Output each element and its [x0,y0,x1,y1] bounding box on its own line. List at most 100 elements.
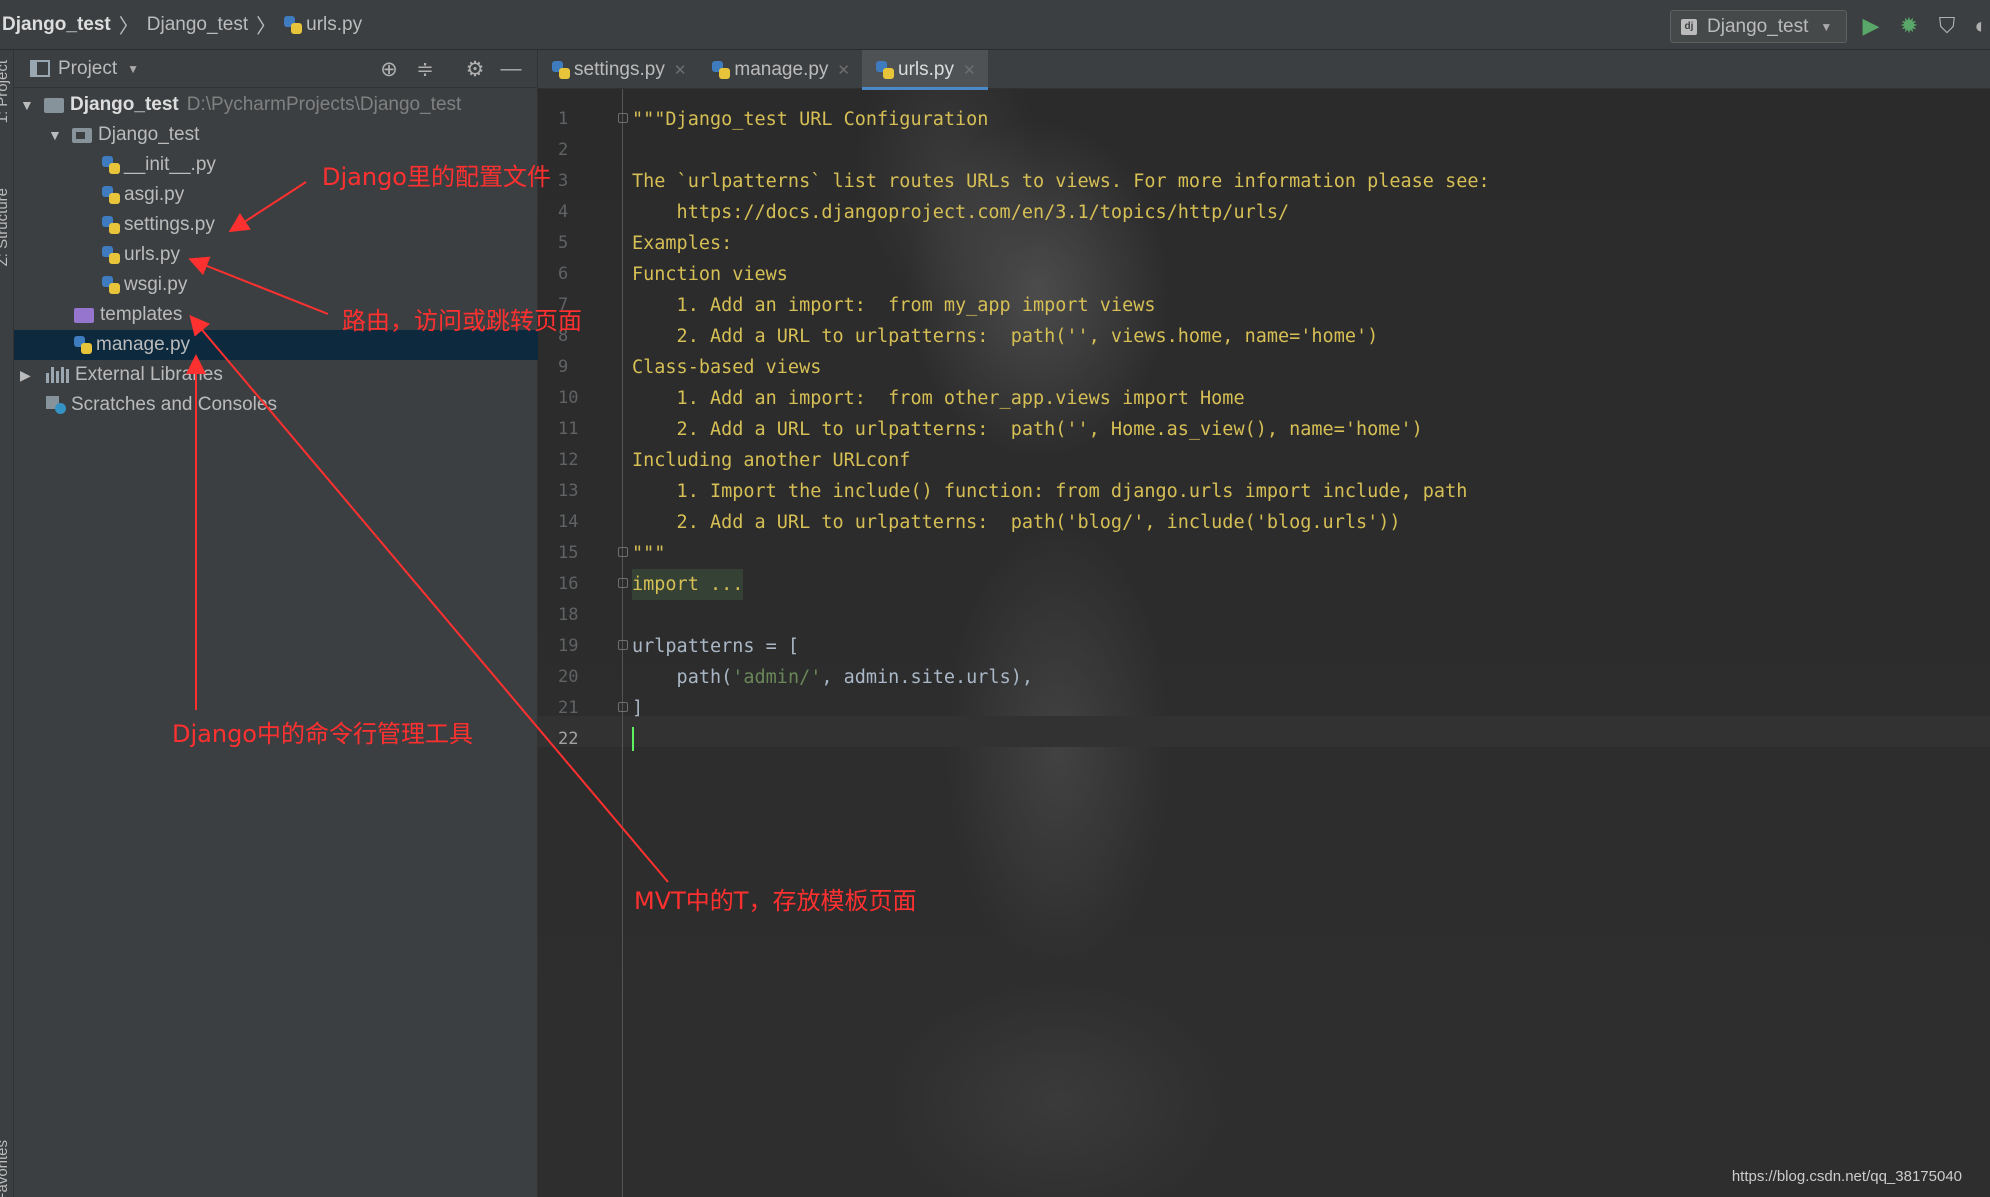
scratches-icon [46,396,66,414]
fold-marker-icon[interactable] [618,547,628,557]
project-tool-window: Project ▼ ⊕ ≑ ⚙ — ▼ Django_test D:\Pycha… [14,50,538,1197]
gear-icon[interactable]: ⚙ [462,56,488,82]
play-icon[interactable]: ▶ [1858,12,1884,40]
tree-item-label: urls.py [124,244,180,265]
tab-manage-py[interactable]: manage.py ✕ [698,50,862,89]
code-editor[interactable]: settings.py ✕ manage.py ✕ urls.py ✕ 1 2 … [538,50,1990,1197]
code-line: Examples: [632,233,733,254]
navigation-bar: Django_test 〉 Django_test 〉 urls.py dj D… [0,0,1990,50]
python-file-icon [876,60,894,79]
tree-item-label: manage.py [96,334,191,355]
python-file-icon [102,186,120,204]
template-folder-icon [74,307,94,323]
close-icon[interactable]: ✕ [837,61,850,79]
tree-item-urls-file[interactable]: urls.py [14,240,538,270]
tab-urls-py[interactable]: urls.py ✕ [862,50,988,90]
line-number: 11 [558,419,579,439]
tree-item-label: settings.py [124,214,215,235]
fold-marker-icon[interactable] [618,113,628,123]
folded-imports[interactable]: import ... [632,569,744,600]
breadcrumb-project[interactable]: Django_test [2,14,111,36]
tree-item-scratches[interactable]: Scratches and Consoles [14,390,538,420]
line-number: 6 [558,264,569,284]
code-line: 1. Add an import: from my_app import vie… [632,295,1156,316]
line-number: 9 [558,357,569,377]
chevron-down-icon[interactable]: ▼ [127,62,139,76]
tree-item-settings-file[interactable]: settings.py [14,210,538,240]
tree-item-external-libraries[interactable]: ▶ External Libraries [14,360,538,390]
left-tool-window-strip: 1: Project Z: Structure Favorites [0,50,14,1197]
breadcrumb-module[interactable]: Django_test [147,14,248,36]
tree-item-label: Django_test [98,124,200,145]
code-line: 1. Add an import: from other_app.views i… [632,388,1245,409]
code-token: , admin.site.urls), [821,667,1033,688]
fold-marker-icon[interactable] [618,640,628,650]
code-line: Including another URLconf [632,450,911,471]
code-line: 2. Add a URL to urlpatterns: path('', vi… [632,326,1379,347]
code-line: Function views [632,264,788,285]
line-number: 5 [558,233,569,253]
code-line: """ [632,543,666,564]
line-number: 16 [558,574,579,594]
tree-item-root-project[interactable]: ▼ Django_test D:\PycharmProjects\Django_… [14,90,538,120]
docs-link[interactable]: https://docs.djangoproject.com/en/3.1/to… [632,197,1290,228]
code-line: 1. Import the include() function: from d… [632,481,1468,502]
python-file-icon [102,246,120,264]
tree-item-label: templates [100,304,183,325]
python-file-icon [102,216,120,234]
expand-arrow-icon[interactable]: ▼ [20,97,34,113]
close-icon[interactable]: ✕ [674,61,687,79]
watermark: https://blog.csdn.net/qq_38175040 [1731,1168,1962,1185]
tree-item-label: wsgi.py [124,274,188,295]
breadcrumb: Django_test 〉 Django_test 〉 urls.py [0,10,362,39]
code-line: 2. Add a URL to urlpatterns: path('', Ho… [632,419,1423,440]
line-number: 12 [558,450,579,470]
bug-icon[interactable]: ✹ [1896,12,1922,40]
tab-label: settings.py [574,58,665,80]
tree-item-wsgi-file[interactable]: wsgi.py [14,270,538,300]
tab-project-tool[interactable]: 1: Project [0,60,11,123]
tree-item-module-folder[interactable]: ▼ Django_test [14,120,538,150]
annotation-templates: MVT中的T，存放模板页面 [634,887,917,915]
tab-favorites-tool[interactable]: Favorites [0,1140,11,1197]
line-number-current: 22 [558,729,579,749]
module-folder-icon [72,127,92,143]
expand-arrow-icon[interactable]: ▼ [48,127,62,143]
fold-marker-icon[interactable] [618,702,628,712]
code-line: Class-based views [632,357,822,378]
current-line-highlight [538,716,1990,747]
project-view-selector[interactable]: Project [58,58,117,80]
project-path: D:\PycharmProjects\Django_test [186,94,462,115]
profile-icon[interactable]: ◐ [1972,12,1990,40]
project-panel-header: Project ▼ ⊕ ≑ ⚙ — [14,50,537,88]
text-caret [632,727,634,751]
hide-panel-icon[interactable]: — [498,56,524,82]
folder-icon [44,97,64,113]
tab-settings-py[interactable]: settings.py ✕ [538,50,698,89]
tree-item-label: Scratches and Consoles [71,394,277,415]
run-configuration-dropdown[interactable]: dj Django_test ▼ [1670,10,1847,43]
line-number: 21 [558,698,579,718]
run-configuration-label: Django_test [1707,15,1809,37]
collapsed-arrow-icon[interactable]: ▶ [20,367,31,384]
code-token: path( [632,667,733,688]
annotation-manage: Django中的命令行管理工具 [172,720,473,748]
python-file-icon [102,276,120,294]
close-icon[interactable]: ✕ [963,61,976,79]
line-number: 14 [558,512,579,532]
line-number: 1 [558,109,569,129]
project-view-icon [30,60,50,77]
python-file-icon [74,336,92,354]
python-file-icon [102,156,120,174]
line-number: 15 [558,543,579,563]
collapse-all-icon[interactable]: ≑ [412,56,438,82]
fold-marker-icon[interactable] [618,578,628,588]
shield-run-icon[interactable]: ⛉ [1934,12,1960,40]
breadcrumb-file[interactable]: urls.py [306,14,362,36]
tab-structure-tool[interactable]: Z: Structure [0,188,11,266]
locate-file-icon[interactable]: ⊕ [376,56,402,82]
code-line: ] [632,698,644,719]
annotation-urls: 路由，访问或跳转页面 [342,307,582,335]
tree-item-label: External Libraries [75,364,223,385]
django-icon: dj [1681,18,1697,35]
